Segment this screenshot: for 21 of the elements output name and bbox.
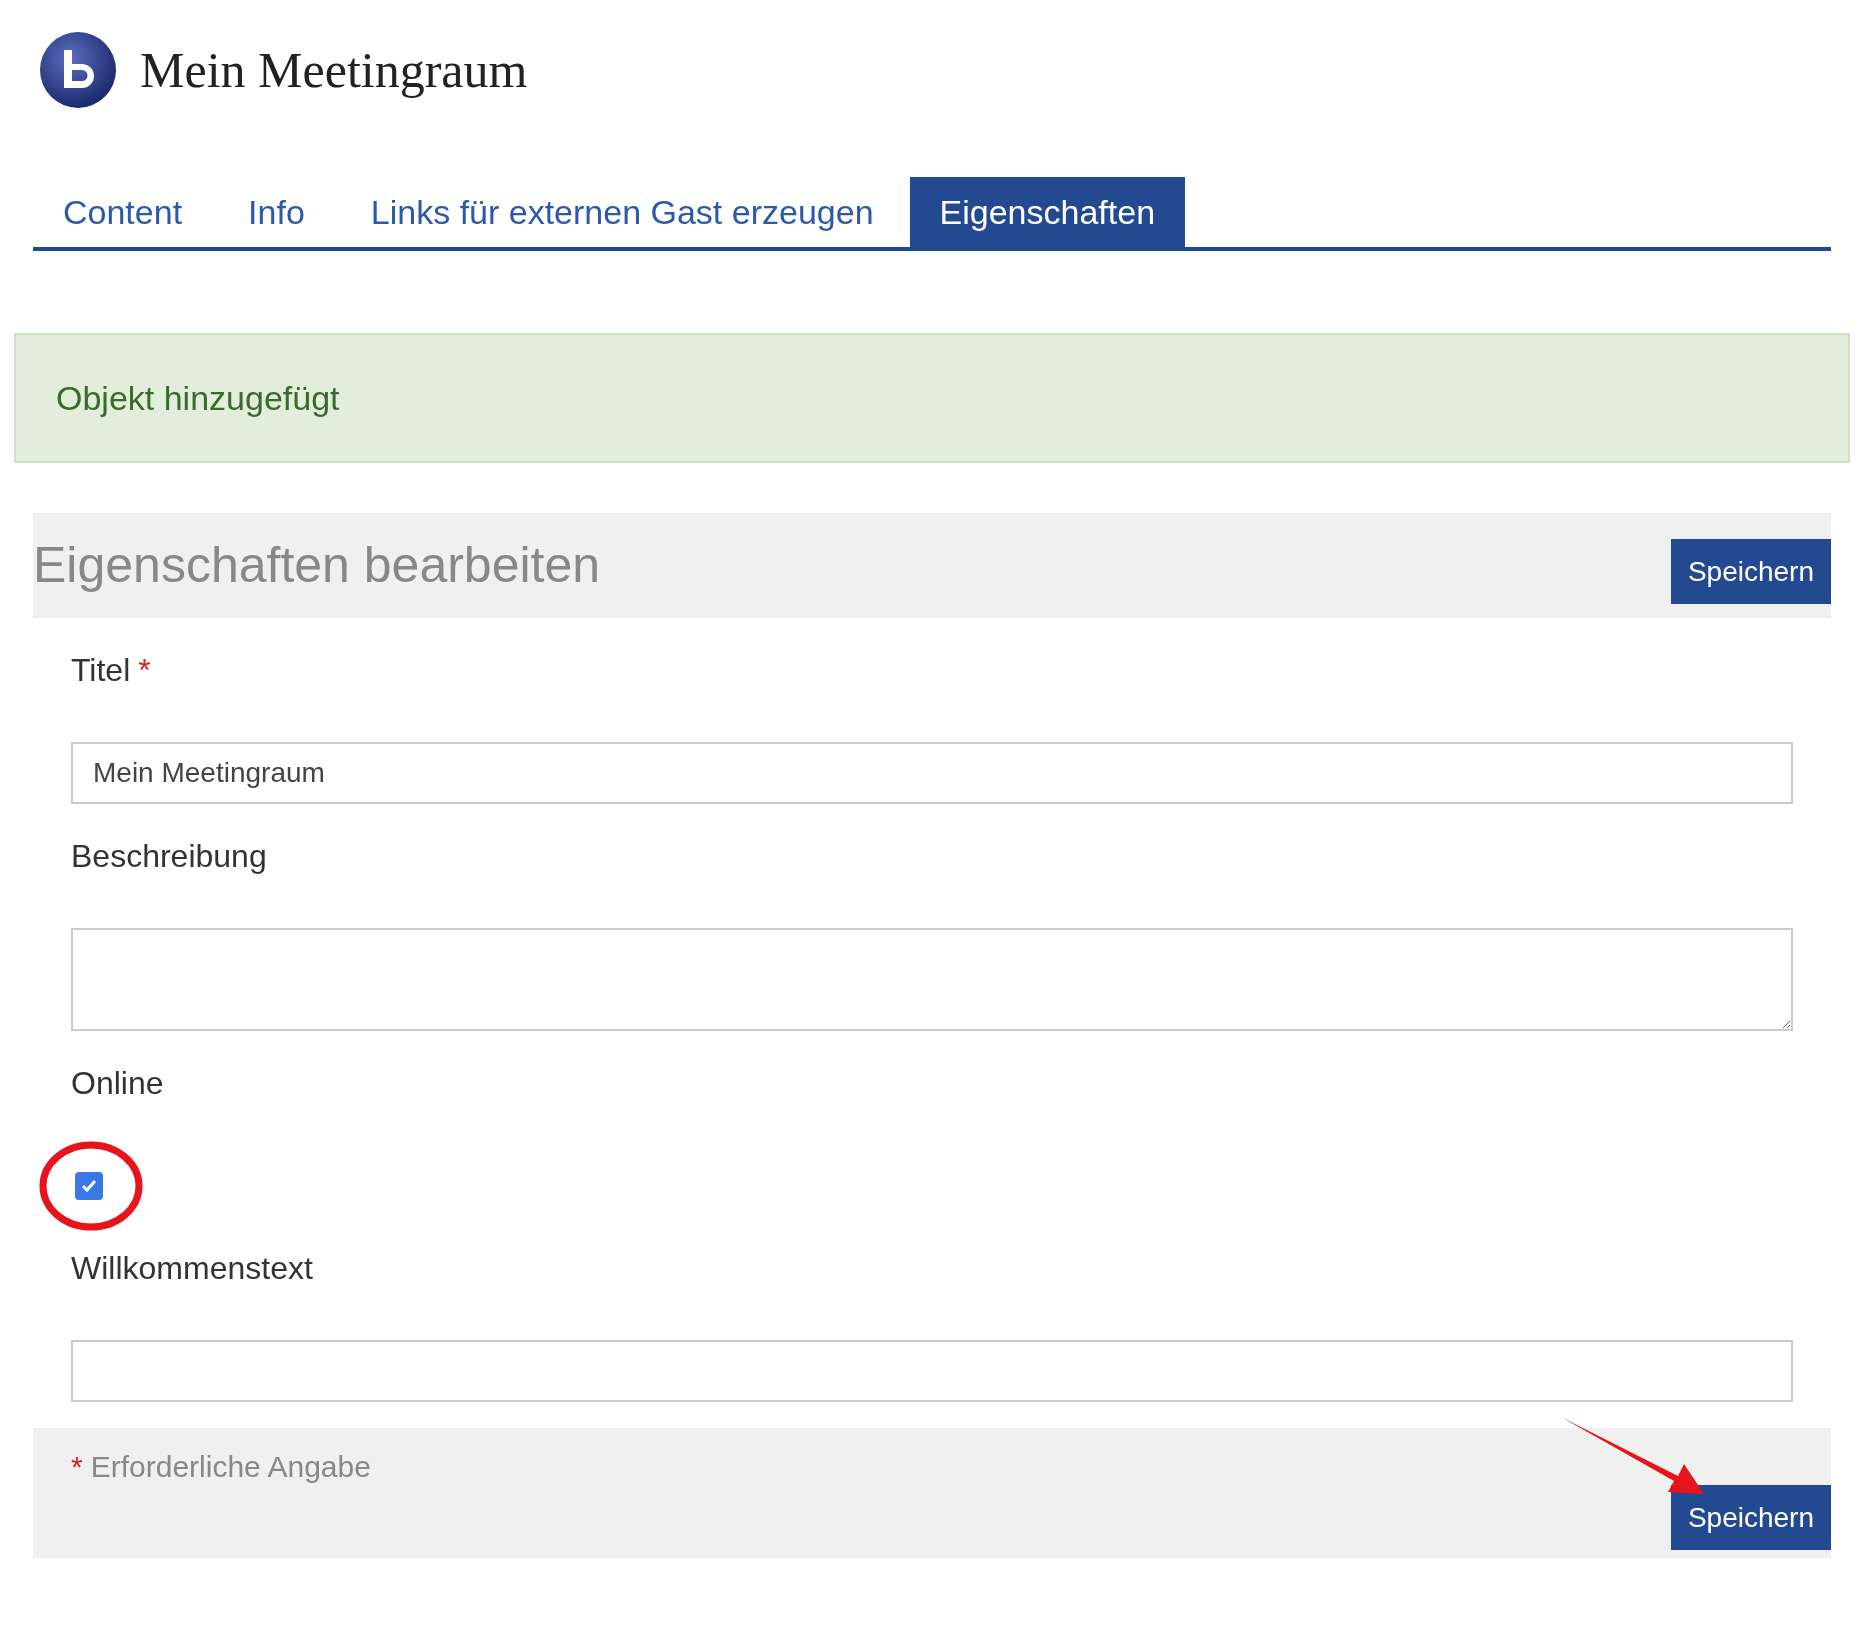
section-heading: Eigenschaften bearbeiten bbox=[33, 536, 601, 595]
field-label: Online bbox=[71, 1065, 164, 1101]
save-button[interactable]: Speichern bbox=[1670, 539, 1831, 604]
required-note: Erforderliche Angabe bbox=[90, 1450, 371, 1483]
save-button[interactable]: Speichern bbox=[1670, 1485, 1831, 1550]
required-mark: * bbox=[71, 1450, 83, 1483]
tab[interactable]: Content bbox=[33, 177, 213, 247]
logo-icon bbox=[38, 30, 118, 110]
tab[interactable]: Links für externen Gast erzeugen bbox=[340, 177, 904, 247]
page-title: Mein Meetingraum bbox=[140, 40, 528, 100]
checkbox[interactable] bbox=[75, 1171, 103, 1200]
tab[interactable]: Eigenschaften bbox=[909, 177, 1186, 247]
field-label: Beschreibung bbox=[71, 838, 267, 874]
textarea-field[interactable] bbox=[71, 928, 1793, 1031]
field-label: Willkommenstext bbox=[71, 1250, 313, 1286]
success-alert: Objekt hinzugefügt bbox=[14, 333, 1850, 463]
text-field[interactable] bbox=[71, 1340, 1793, 1402]
required-mark: * bbox=[138, 652, 151, 688]
text-field[interactable]: Mein Meetingraum bbox=[71, 742, 1793, 804]
field-label: Titel bbox=[71, 652, 131, 688]
tab[interactable]: Info bbox=[218, 177, 335, 247]
